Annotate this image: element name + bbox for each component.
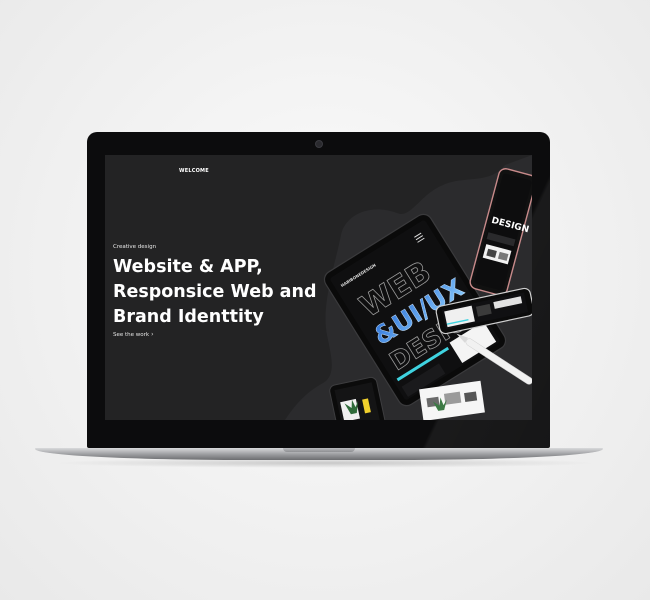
headline-line-3: Brand Identtity [113, 307, 264, 327]
laptop-screen: HABIBONEDESIGN WEB &UI/UX DESIGN DESIGN … [105, 155, 532, 420]
chevron-right-icon: › [151, 331, 154, 338]
headline-line-1: Website & APP, [113, 257, 263, 277]
nav-welcome-label[interactable]: WELCOME [179, 168, 209, 174]
see-the-work-label: See the work [113, 332, 150, 338]
laptop-hinge-notch [283, 448, 355, 452]
hero-eyebrow: Creative design [113, 244, 157, 250]
hero-headline: Website & APP, Responsice Web and Brand … [113, 255, 316, 330]
laptop-mockup: HABIBONEDESIGN WEB &UI/UX DESIGN DESIGN … [0, 0, 650, 600]
headline-line-2: Responsice Web and [113, 282, 317, 302]
webcam-icon [315, 140, 323, 148]
laptop-lid: HABIBONEDESIGN WEB &UI/UX DESIGN DESIGN … [87, 132, 550, 448]
see-the-work-link[interactable]: See the work › [113, 331, 154, 338]
